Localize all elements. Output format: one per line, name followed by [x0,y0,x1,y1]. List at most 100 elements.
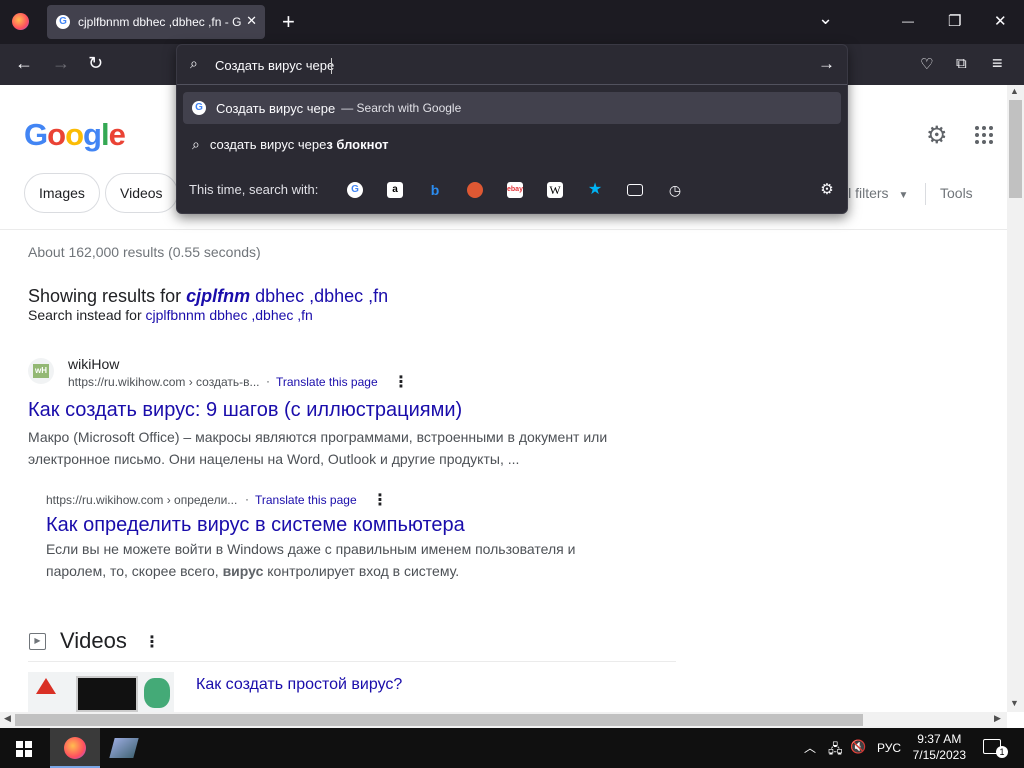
app-menu-icon[interactable]: ≡ [992,53,1003,74]
tab-title: cjplfbnnm dbhec ,dbhec ,fn - G [78,15,242,29]
forward-icon[interactable]: → [52,53,70,74]
original-query-link[interactable]: cjplfbnnm dbhec ,dbhec ,fn [146,307,313,323]
new-tab-button[interactable]: + [282,9,295,35]
active-tab[interactable]: G cjplfbnnm dbhec ,dbhec ,fn - G ✕ [47,5,265,39]
firefox-taskbar-icon[interactable] [50,728,100,768]
showing-results-for: Showing results for cjplfnm dbhec ,dbhec… [28,286,388,307]
close-window-button[interactable]: ✕ [994,12,1007,30]
result-title-link[interactable]: Как создать вирус: 9 шагов (с иллюстраци… [28,399,462,422]
tabs-icon[interactable] [627,184,643,196]
back-icon[interactable]: ← [15,53,33,74]
firefox-menu-icon[interactable] [12,13,29,30]
result-stats: About 162,000 results (0.55 seconds) [28,244,261,260]
volume-muted-icon[interactable]: 🔇 [850,739,866,755]
amazon-engine-icon[interactable]: a [387,182,403,198]
snippet-bold: вирус [222,563,264,579]
google-engine-icon[interactable]: G [347,182,363,198]
video-thumbnail[interactable] [28,672,174,712]
list-all-tabs-icon[interactable]: ⌄ [818,8,833,29]
pocket-icon[interactable]: ♡ [920,55,933,73]
go-arrow-icon[interactable]: → [818,54,835,74]
snippet-line: паролем, то, скорее всего, вирус контрол… [46,560,666,582]
settings-gear-icon[interactable]: ⚙ [926,121,948,150]
one-off-label: This time, search with: [189,182,319,197]
google-logo[interactable]: Google [24,117,126,153]
snippet-text: паролем, то, скорее всего, [46,563,223,579]
bing-engine-icon[interactable]: b [427,182,443,198]
extensions-icon[interactable]: ⧉ [956,55,967,72]
vertical-scroll-thumb[interactable] [1009,100,1022,198]
show-hidden-icons-icon[interactable]: ︿ [804,739,816,756]
all-filters-button[interactable]: ll filters ▼ [845,185,908,201]
scroll-up-arrow[interactable]: ▲ [1010,86,1019,96]
google-icon: G [192,101,206,115]
videos-heading: Videos [60,628,127,653]
windows-taskbar: ︿ 🖧 🔇 РУС 9:37 AM 7/15/2023 1 [0,728,1024,768]
chip-videos[interactable]: Videos [105,173,178,213]
scroll-down-arrow[interactable]: ▼ [1010,698,1019,708]
result-site-name[interactable]: wikiHow [68,356,119,372]
wikipedia-engine-icon[interactable]: W [547,182,563,198]
address-bar-text[interactable]: Создать вирус чере [215,58,334,73]
suggestion-bold: з блокнот [326,136,389,152]
search-icon: ⌕ [192,135,200,152]
header-divider [0,229,1007,230]
result-snippet: Макро (Microsoft Office) – макросы являю… [28,426,668,470]
toolbar-divider [925,183,926,205]
instead-prefix: Search instead for [28,307,146,323]
tab-close-icon[interactable]: ✕ [246,13,257,29]
suggestion-text: создать вирус через блокнот [210,137,389,152]
scroll-left-arrow[interactable]: ◀ [4,713,11,724]
clock[interactable]: 9:37 AM 7/15/2023 [913,731,966,763]
snippet-line: Если вы не можете войти в Windows даже с… [46,541,576,557]
cite-separator: · [245,492,249,506]
chip-images[interactable]: Images [24,173,100,213]
suggestion-item[interactable]: G Создать вирус чере — Search with Googl… [183,92,841,124]
history-clock-icon[interactable]: ◷ [667,182,683,198]
corrected-bold: cjplfnm [186,286,251,306]
minimize-button[interactable]: — [902,14,914,28]
apps-grid-icon[interactable] [975,126,993,144]
videos-divider [28,661,676,662]
result-snippet: Если вы не можете войти в Windows даже с… [46,538,666,582]
suggestion-prefix: создать вирус чере [209,136,327,152]
caret-down-icon: ▼ [898,190,909,201]
snippet-line: Макро (Microsoft Office) – макросы являю… [28,429,608,445]
network-icon[interactable]: 🖧 [828,740,843,762]
tools-button[interactable]: Tools [940,185,973,201]
bookmarks-star-icon[interactable]: ★ [587,182,603,198]
more-options-icon[interactable]: ⋮ [393,372,409,392]
app-taskbar-icon[interactable] [109,738,139,758]
suggestion-text: Создать вирус чере [216,100,336,116]
input-language[interactable]: РУС [877,741,901,755]
result-cite[interactable]: https://ru.wikihow.com › определи... [46,493,237,507]
corrected-rest: dbhec ,dbhec ,fn [250,286,389,306]
google-favicon-icon: G [56,15,70,29]
clock-time: 9:37 AM [917,732,962,746]
result-title-link[interactable]: Как определить вирус в системе компьютер… [46,514,465,537]
more-options-icon[interactable]: ⋮ [144,632,160,652]
corrected-query-link[interactable]: cjplfnm dbhec ,dbhec ,fn [186,286,388,306]
translate-link[interactable]: Translate this page [276,375,378,389]
translate-link[interactable]: Translate this page [255,493,357,507]
duckduckgo-engine-icon[interactable] [467,182,483,198]
video-title-link[interactable]: Как создать простой вирус? [196,676,402,694]
clock-date: 7/15/2023 [912,748,966,762]
showing-prefix: Showing results for [28,286,187,306]
search-settings-gear-icon[interactable]: ⚙ [819,182,835,198]
address-bar-input[interactable]: ⌕ Создать вирус чере → [177,45,847,85]
horizontal-scroll-thumb[interactable] [15,714,863,726]
video-play-icon: ▶ [29,633,46,650]
reload-icon[interactable]: ↻ [88,53,103,74]
result-cite[interactable]: https://ru.wikihow.com › создать-в... [68,375,259,389]
cite-separator: · [266,374,270,388]
scroll-right-arrow[interactable]: ▶ [994,713,1001,724]
suggestion-item[interactable]: ⌕ создать вирус через блокнот [183,128,841,160]
maximize-button[interactable]: ❐ [948,12,961,30]
suggestion-action: — Search with Google [341,101,462,115]
text-cursor [331,58,333,74]
ebay-engine-icon[interactable]: ebay [507,182,523,198]
windows-start-icon[interactable] [16,741,32,757]
notifications-icon[interactable]: 1 [983,739,1008,758]
more-options-icon[interactable]: ⋮ [372,490,388,510]
